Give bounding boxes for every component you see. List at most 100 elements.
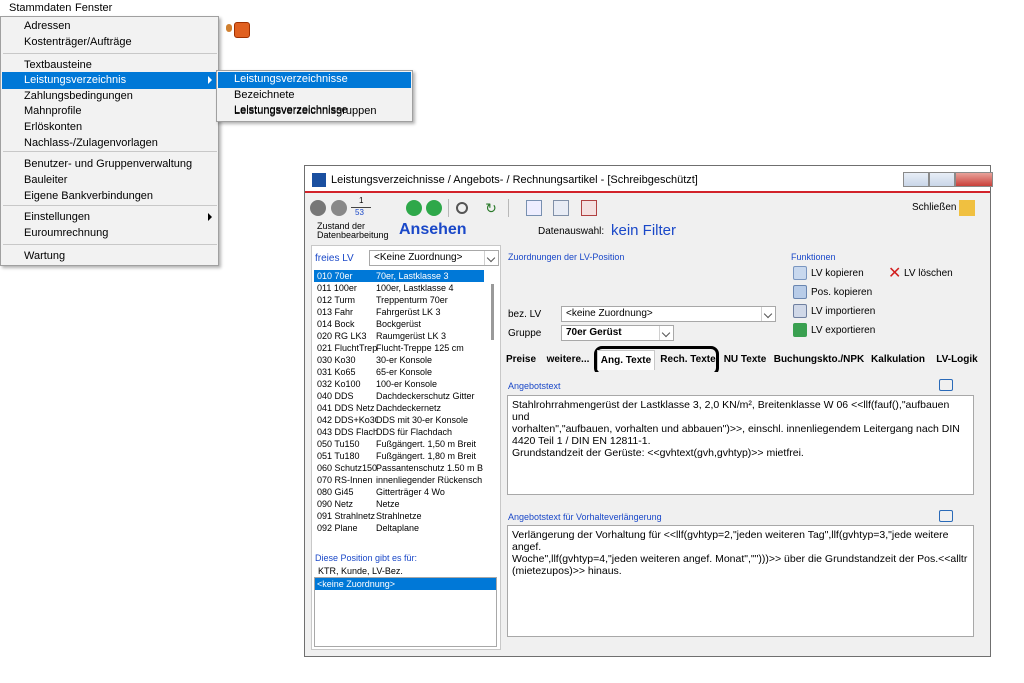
list-item[interactable]: 040 DDS Dachdeckerschutz Gitter: [314, 390, 484, 402]
list-item[interactable]: 092 Plane Deltaplane: [314, 522, 484, 534]
chevron-right-icon: [208, 76, 212, 84]
toolbar-icon[interactable]: [226, 24, 232, 32]
bez-lv-combo[interactable]: <keine Zuordnung>: [561, 306, 776, 322]
list-item[interactable]: 042 DDS+Ko30 DDS mit 30-er Konsole: [314, 414, 484, 426]
list-item[interactable]: 030 Ko30 30-er Konsole: [314, 354, 484, 366]
list-item[interactable]: 043 DDS Flach DDS für Flachdach: [314, 426, 484, 438]
list-item-code: 091 Strahlnetz: [317, 511, 376, 521]
list-item-code: 092 Plane: [317, 523, 358, 533]
copy-lv-button[interactable]: LV kopieren: [811, 268, 864, 279]
comment-icon[interactable]: [939, 510, 953, 522]
menu-separator: [3, 244, 217, 245]
list-item-code: 011 100er: [317, 283, 357, 293]
menu-item-label: Leistungsverzeichnis: [24, 74, 127, 86]
list-item-name: 30-er Konsole: [376, 355, 433, 365]
list-item-name: Dachdeckerschutz Gitter: [376, 391, 475, 401]
list-item[interactable]: 051 Tu180 Fußgängert. 1,80 m Breit: [314, 450, 484, 462]
list-item[interactable]: 012 Turm Treppenturm 70er: [314, 294, 484, 306]
offer-text-title: Angebotstext: [508, 381, 561, 391]
menu-item-benutzer[interactable]: Benutzer- und Gruppenverwaltung: [2, 156, 218, 173]
submenu-item-lv-gruppen[interactable]: Leistungsverzeichnisgruppen: [218, 104, 411, 120]
list-item[interactable]: 010 70er 70er, Lastklasse 3: [314, 270, 484, 282]
list-item[interactable]: 090 Netz Netze: [314, 498, 484, 510]
tab-ang-texte[interactable]: Ang. Texte: [597, 350, 655, 370]
menu-item-einstellungen[interactable]: Einstellungen: [2, 209, 218, 226]
close-label[interactable]: Schließen: [912, 202, 956, 213]
menu-separator: [3, 53, 217, 54]
filter-value: kein Filter: [611, 222, 677, 239]
list-item[interactable]: 011 100er 100er, Lastklasse 4: [314, 282, 484, 294]
power-icon[interactable]: [234, 22, 250, 38]
exit-icon[interactable]: [959, 200, 975, 216]
menu-item-euroumrechnung[interactable]: Euroumrechnung: [2, 225, 218, 242]
list-item[interactable]: 041 DDS Netz Dachdeckernetz: [314, 402, 484, 414]
menu-item-leistungsverzeichnis[interactable]: Leistungsverzeichnis: [2, 72, 218, 89]
list-item[interactable]: 013 Fahr Fahrgerüst LK 3: [314, 306, 484, 318]
list-item[interactable]: 070 RS-Innen innenliegender Rückensch: [314, 474, 484, 486]
menu-item-mahnprofile[interactable]: Mahnprofile: [2, 103, 218, 120]
tab-buchungskonto[interactable]: Buchungskto./NPK: [772, 350, 866, 370]
group-combo[interactable]: 70er Gerüst: [561, 325, 674, 341]
list-item[interactable]: 060 Schutz150 Passantenschutz 1.50 m B: [314, 462, 484, 474]
assign-title: Zuordnungen der LV-Position: [508, 252, 625, 262]
submenu-item-leistungsverzeichnisse[interactable]: Leistungsverzeichnisse: [218, 72, 411, 88]
position-list: <keine Zuordnung>: [314, 577, 497, 647]
first-record-icon[interactable]: [310, 200, 326, 216]
delete-document-icon[interactable]: [581, 200, 597, 216]
tab-lv-logik[interactable]: LV-Logik: [929, 350, 985, 370]
menu-fenster[interactable]: Fenster: [75, 2, 112, 14]
list-item-code: 043 DDS Flach: [317, 427, 377, 437]
extension-text-field[interactable]: Verlängerung der Vorhaltung für <<llf(gv…: [507, 525, 974, 637]
tab-nu-texte[interactable]: NU Texte: [721, 350, 769, 370]
list-item[interactable]: 014 Bock Bockgerüst: [314, 318, 484, 330]
tab-weitere[interactable]: weitere...: [541, 350, 595, 370]
list-item-code: 042 DDS+Ko30: [317, 415, 377, 425]
menu-stammdaten[interactable]: Stammdaten: [9, 2, 71, 14]
offer-text-field[interactable]: Stahlrohrrahmengerüst der Lastklasse 3, …: [507, 395, 974, 495]
assign-panel: Zuordnungen der LV-Position bez. LV <kei…: [503, 245, 782, 349]
lv-filter-combo[interactable]: <Keine Zuordnung>: [369, 250, 499, 266]
minimize-button[interactable]: [903, 172, 929, 187]
maximize-button[interactable]: [929, 172, 955, 187]
list-item-name: Strahlnetze: [376, 511, 422, 521]
menu-item-kostentraeger[interactable]: Kostenträger/Aufträge: [2, 34, 218, 51]
list-item[interactable]: 080 Gi45 Gitterträger 4 Wo: [314, 486, 484, 498]
page-total: 53: [355, 208, 364, 217]
position-item[interactable]: <keine Zuordnung>: [315, 578, 496, 590]
menu-item-label: Textbausteine: [24, 59, 92, 71]
edit-document-icon[interactable]: [553, 200, 569, 216]
list-item[interactable]: 020 RG LK3 Raumgerüst LK 3: [314, 330, 484, 342]
list-item[interactable]: 031 Ko65 65-er Konsole: [314, 366, 484, 378]
menu-item-adressen[interactable]: Adressen: [2, 18, 218, 35]
menu-item-bauleiter[interactable]: Bauleiter: [2, 172, 218, 189]
tab-kalkulation[interactable]: Kalkulation: [869, 350, 927, 370]
menu-item-bankverbindungen[interactable]: Eigene Bankverbindungen: [2, 188, 218, 205]
prev-record-icon[interactable]: [331, 200, 347, 216]
tab-rech-texte[interactable]: Rech. Texte: [657, 350, 719, 370]
close-window-button[interactable]: [955, 172, 993, 187]
list-item[interactable]: 032 Ko100 100-er Konsole: [314, 378, 484, 390]
list-scrollbar[interactable]: [491, 284, 494, 340]
list-item-name: 65-er Konsole: [376, 367, 433, 377]
menu-item-nachlass[interactable]: Nachlass-/Zulagenvorlagen: [2, 135, 218, 152]
new-document-icon[interactable]: [526, 200, 542, 216]
menu-item-erloeskonten[interactable]: Erlöskonten: [2, 119, 218, 136]
copy-position-button[interactable]: Pos. kopieren: [811, 287, 872, 298]
delete-lv-button[interactable]: LV löschen: [904, 268, 953, 279]
submenu-item-bezeichnete-lv[interactable]: Bezeichnete Leistungsverzeichnisse: [218, 88, 411, 116]
search-icon[interactable]: [456, 202, 468, 214]
list-item[interactable]: 091 Strahlnetz Strahlnetze: [314, 510, 484, 522]
comment-icon[interactable]: [939, 379, 953, 391]
import-lv-button[interactable]: LV importieren: [811, 306, 875, 317]
export-lv-button[interactable]: LV exportieren: [811, 325, 875, 336]
list-item[interactable]: 050 Tu150 Fußgängert. 1,50 m Breit: [314, 438, 484, 450]
next-record-icon[interactable]: [406, 200, 422, 216]
list-item[interactable]: 021 FluchtTrepp Flucht-Treppe 125 cm: [314, 342, 484, 354]
list-item-code: 010 70er: [317, 271, 353, 281]
menu-item-wartung[interactable]: Wartung: [2, 248, 218, 265]
copy-icon: [793, 266, 807, 280]
list-item-code: 032 Ko100: [317, 379, 361, 389]
tab-preise[interactable]: Preise: [503, 350, 539, 370]
refresh-icon[interactable]: ↻: [483, 200, 499, 216]
last-record-icon[interactable]: [426, 200, 442, 216]
